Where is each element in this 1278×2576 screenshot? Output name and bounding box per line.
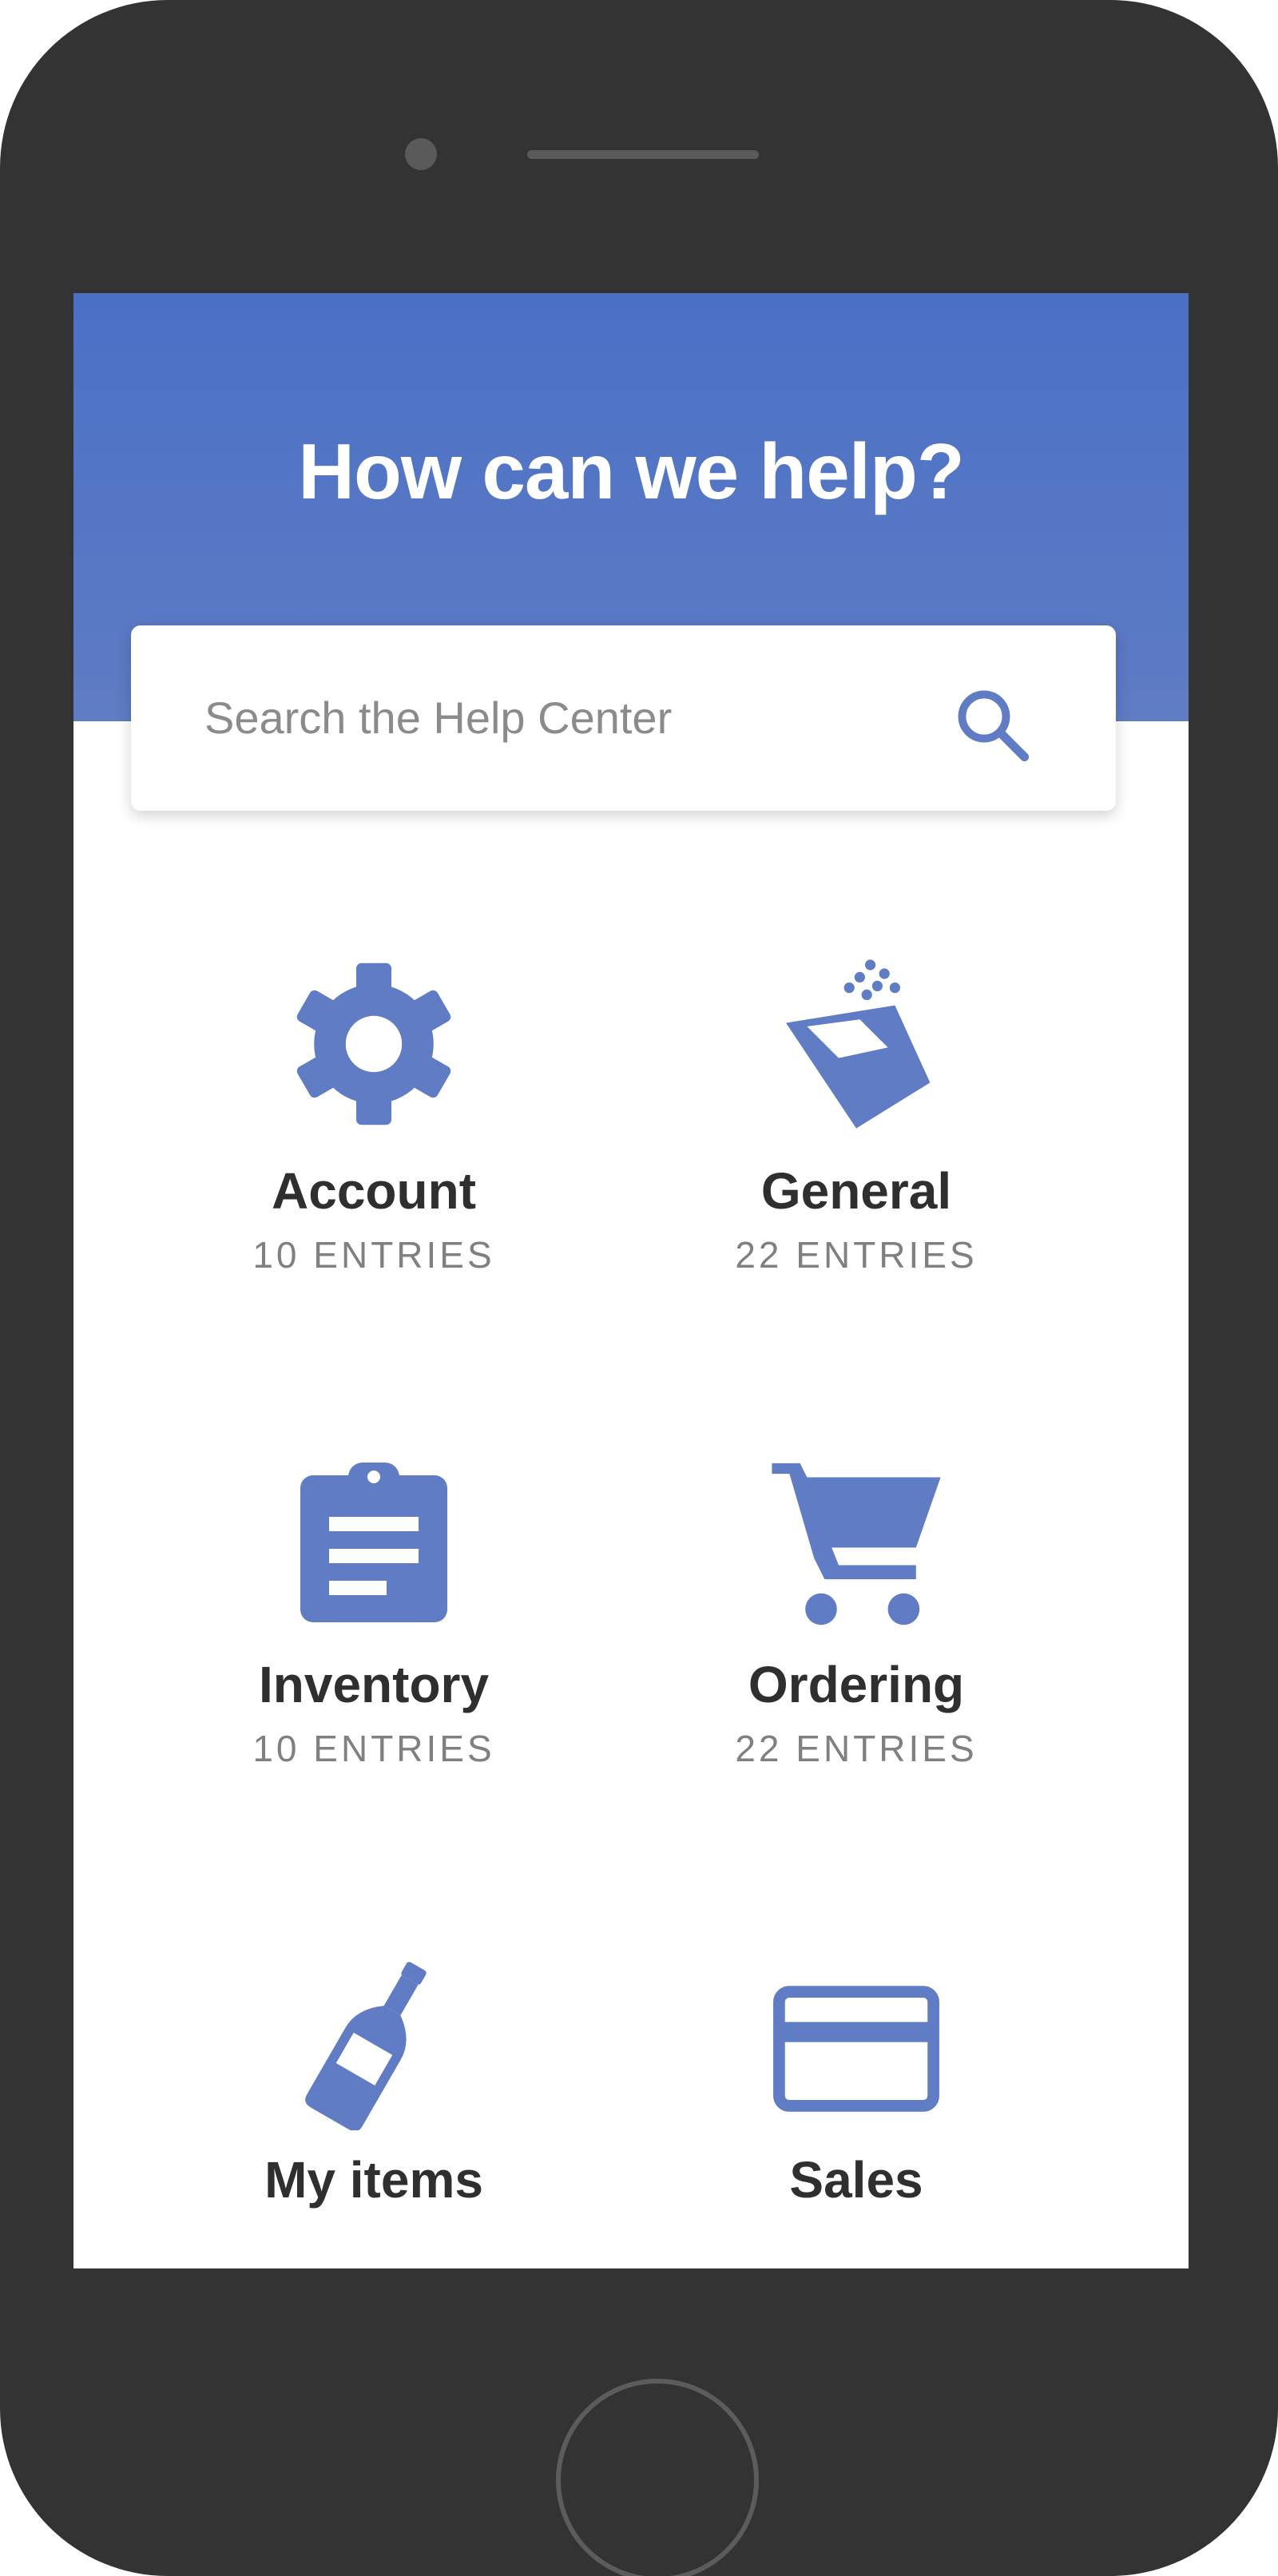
phone-frame: How can we help? Search the Help Center … bbox=[0, 0, 1278, 2576]
category-name: Account bbox=[272, 1162, 476, 1220]
category-name: My items bbox=[264, 2151, 483, 2209]
category-name: Inventory bbox=[258, 1656, 490, 1713]
category-my-items[interactable]: My items bbox=[134, 1955, 613, 2210]
category-count: 10 ENTRIES bbox=[252, 1728, 495, 1769]
category-count: 22 ENTRIES bbox=[735, 1234, 978, 1276]
app-screen: How can we help? Search the Help Center … bbox=[73, 293, 1189, 2268]
front-camera bbox=[405, 138, 437, 170]
page-title: How can we help? bbox=[298, 427, 964, 515]
clipboard-icon bbox=[300, 1463, 447, 1622]
bottle-icon bbox=[305, 1962, 427, 2130]
category-name: General bbox=[760, 1162, 952, 1220]
category-name: Sales bbox=[789, 2151, 923, 2209]
earpiece-speaker bbox=[527, 150, 759, 159]
category-ordering[interactable]: Ordering 22 ENTRIES bbox=[617, 1459, 1096, 1771]
category-count: 10 ENTRIES bbox=[252, 1234, 495, 1276]
credit-card-icon bbox=[773, 1986, 939, 2112]
search-icon[interactable] bbox=[949, 681, 1037, 769]
category-sales[interactable]: Sales bbox=[617, 1985, 1096, 2210]
cart-icon bbox=[772, 1463, 941, 1625]
popcorn-icon bbox=[786, 959, 931, 1129]
gear-icon bbox=[296, 963, 451, 1125]
category-inventory[interactable]: Inventory 10 ENTRIES bbox=[134, 1459, 613, 1771]
search-input[interactable] bbox=[204, 681, 923, 753]
category-general[interactable]: General 22 ENTRIES bbox=[617, 956, 1096, 1277]
category-count: 22 ENTRIES bbox=[735, 1728, 978, 1769]
category-account[interactable]: Account 10 ENTRIES bbox=[134, 956, 613, 1277]
search-bar bbox=[131, 625, 1116, 811]
home-button[interactable] bbox=[556, 2379, 759, 2576]
category-name: Ordering bbox=[748, 1656, 965, 1713]
